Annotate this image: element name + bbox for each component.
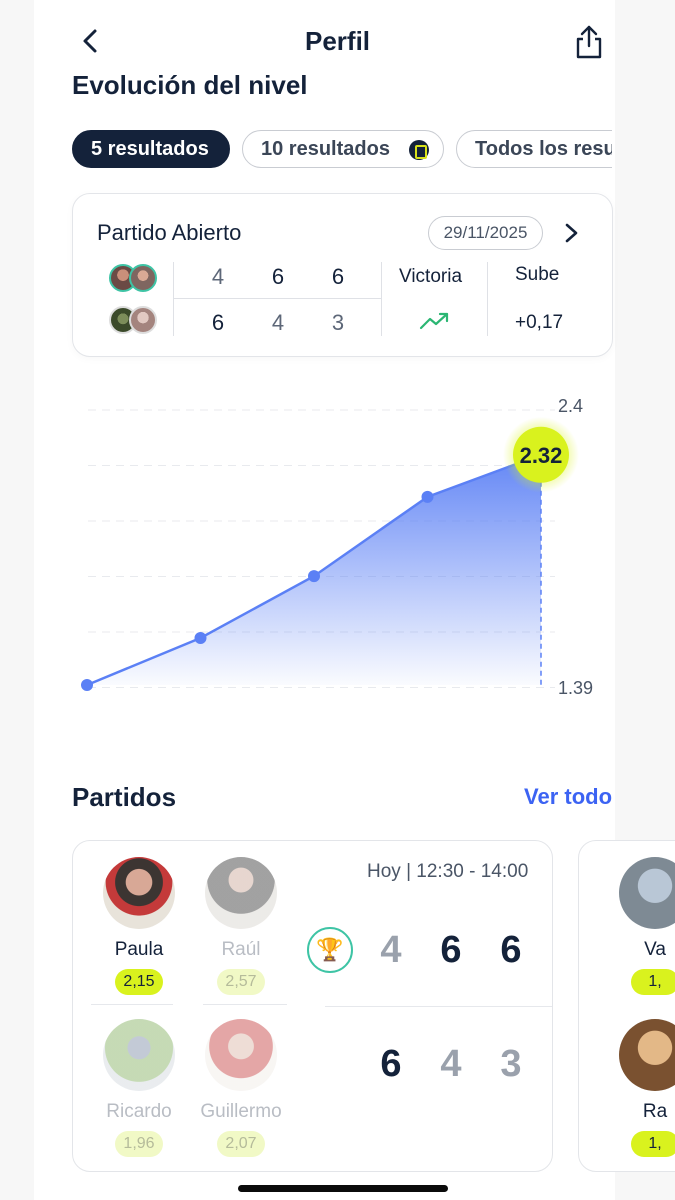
chevron-right-icon[interactable] [561,222,581,244]
y-tick-label: 2.4 [558,396,583,416]
player-name: Raúl [221,939,261,960]
tab-label: 5 resultados [91,138,209,160]
tab-all-results[interactable]: Todos los resultados [456,130,612,168]
data-point[interactable] [194,631,207,644]
data-point[interactable] [81,679,93,691]
tab-label: Todos los resultados [475,138,612,160]
tab-label: 10 resultados [261,138,390,160]
nav-bar: Perfil [0,18,675,66]
avatar [103,1019,175,1091]
avatar [619,1019,675,1091]
tab-5-results[interactable]: 5 resultados [72,130,230,168]
see-all-link[interactable]: Ver todo [524,784,612,810]
player-level-badge: 2,07 [217,1131,265,1157]
player-level-badge: 1,96 [115,1131,163,1157]
level-evolution-title: Evolución del nivel [72,70,308,100]
avatar [205,1019,277,1091]
player-name: Ricardo [106,1101,172,1122]
team1-set3-score: 6 [331,264,345,289]
share-icon[interactable] [572,24,606,60]
trend-label: Sube [515,264,560,285]
left-margin [0,0,34,1200]
level-delta: +0,17 [515,312,564,333]
match-result: Victoria [399,266,463,287]
divider [173,298,381,299]
avatar [619,857,675,929]
trend-up-icon [419,312,449,330]
data-point[interactable] [421,490,434,503]
player-name: Ra [642,1101,668,1122]
team1-avatars [109,264,159,294]
highlight-value-label: 2.32 [520,443,563,468]
player-name: Guillermo [200,1101,282,1122]
match-time: Hoy | 12:30 - 14:00 [367,861,529,882]
divider [381,262,382,336]
results-filter-tabs: 5 resultados 10 resultados Todos los res… [72,130,612,170]
team1-set1-score: 4 [380,929,402,971]
team1-set2-score: 6 [440,929,462,971]
player-name: Paula [114,939,164,960]
team2-set2-score: 4 [440,1043,462,1085]
avatar [205,857,277,929]
level-evolution-chart: 2.4 1.39 2.32 [81,396,593,698]
player-paula[interactable]: Paula 2,15 [89,857,189,995]
player-level-badge: 2,57 [217,969,265,995]
trophy-icon: 🏆 [307,927,353,973]
y-tick-label: 1.39 [558,678,593,698]
match-card[interactable]: Paula 2,15 Raúl 2,57 Ricardo 1,96 Guille… [72,840,553,1172]
last-match-card[interactable]: Partido Abierto 29/11/2025 4 6 6 6 4 3 V… [72,193,613,357]
divider [203,1004,287,1005]
avatar [129,264,157,292]
player-level-badge: 1, [631,1131,675,1157]
divider [91,1004,173,1005]
avatar [103,857,175,929]
team2-set3-score: 3 [331,310,345,335]
home-indicator [238,1185,448,1192]
chart-area [87,454,541,685]
player-raul[interactable]: Raúl 2,57 [191,857,291,995]
team2-set1-score: 6 [211,310,225,335]
player-level-badge: 1, [631,969,675,995]
team1-set3-score: 6 [500,929,522,971]
player-name: Va [644,939,666,960]
team2-avatars [109,306,159,336]
divider [325,1006,552,1007]
team1-set2-score: 6 [271,264,285,289]
data-point[interactable] [308,570,320,583]
team2-set2-score: 4 [271,310,285,335]
team2-set1-score: 6 [380,1043,402,1085]
avatar [129,306,157,334]
team2-set3-score: 3 [500,1043,522,1085]
player-partial[interactable]: Va 1, [605,857,675,995]
premium-icon [409,140,429,160]
player-partial[interactable]: Ra 1, [605,1019,675,1157]
match-date-badge: 29/11/2025 [428,216,543,250]
team1-set1-score: 4 [211,264,225,289]
player-level-badge: 2,15 [115,969,163,995]
next-match-card[interactable]: Va 1, Ra 1, [578,840,675,1172]
match-type: Partido Abierto [97,220,242,245]
tab-10-results[interactable]: 10 resultados [242,130,444,168]
divider [173,262,174,336]
player-ricardo[interactable]: Ricardo 1,96 [89,1019,189,1157]
player-guillermo[interactable]: Guillermo 2,07 [191,1019,291,1157]
matches-title: Partidos [72,782,177,812]
divider [487,262,488,336]
